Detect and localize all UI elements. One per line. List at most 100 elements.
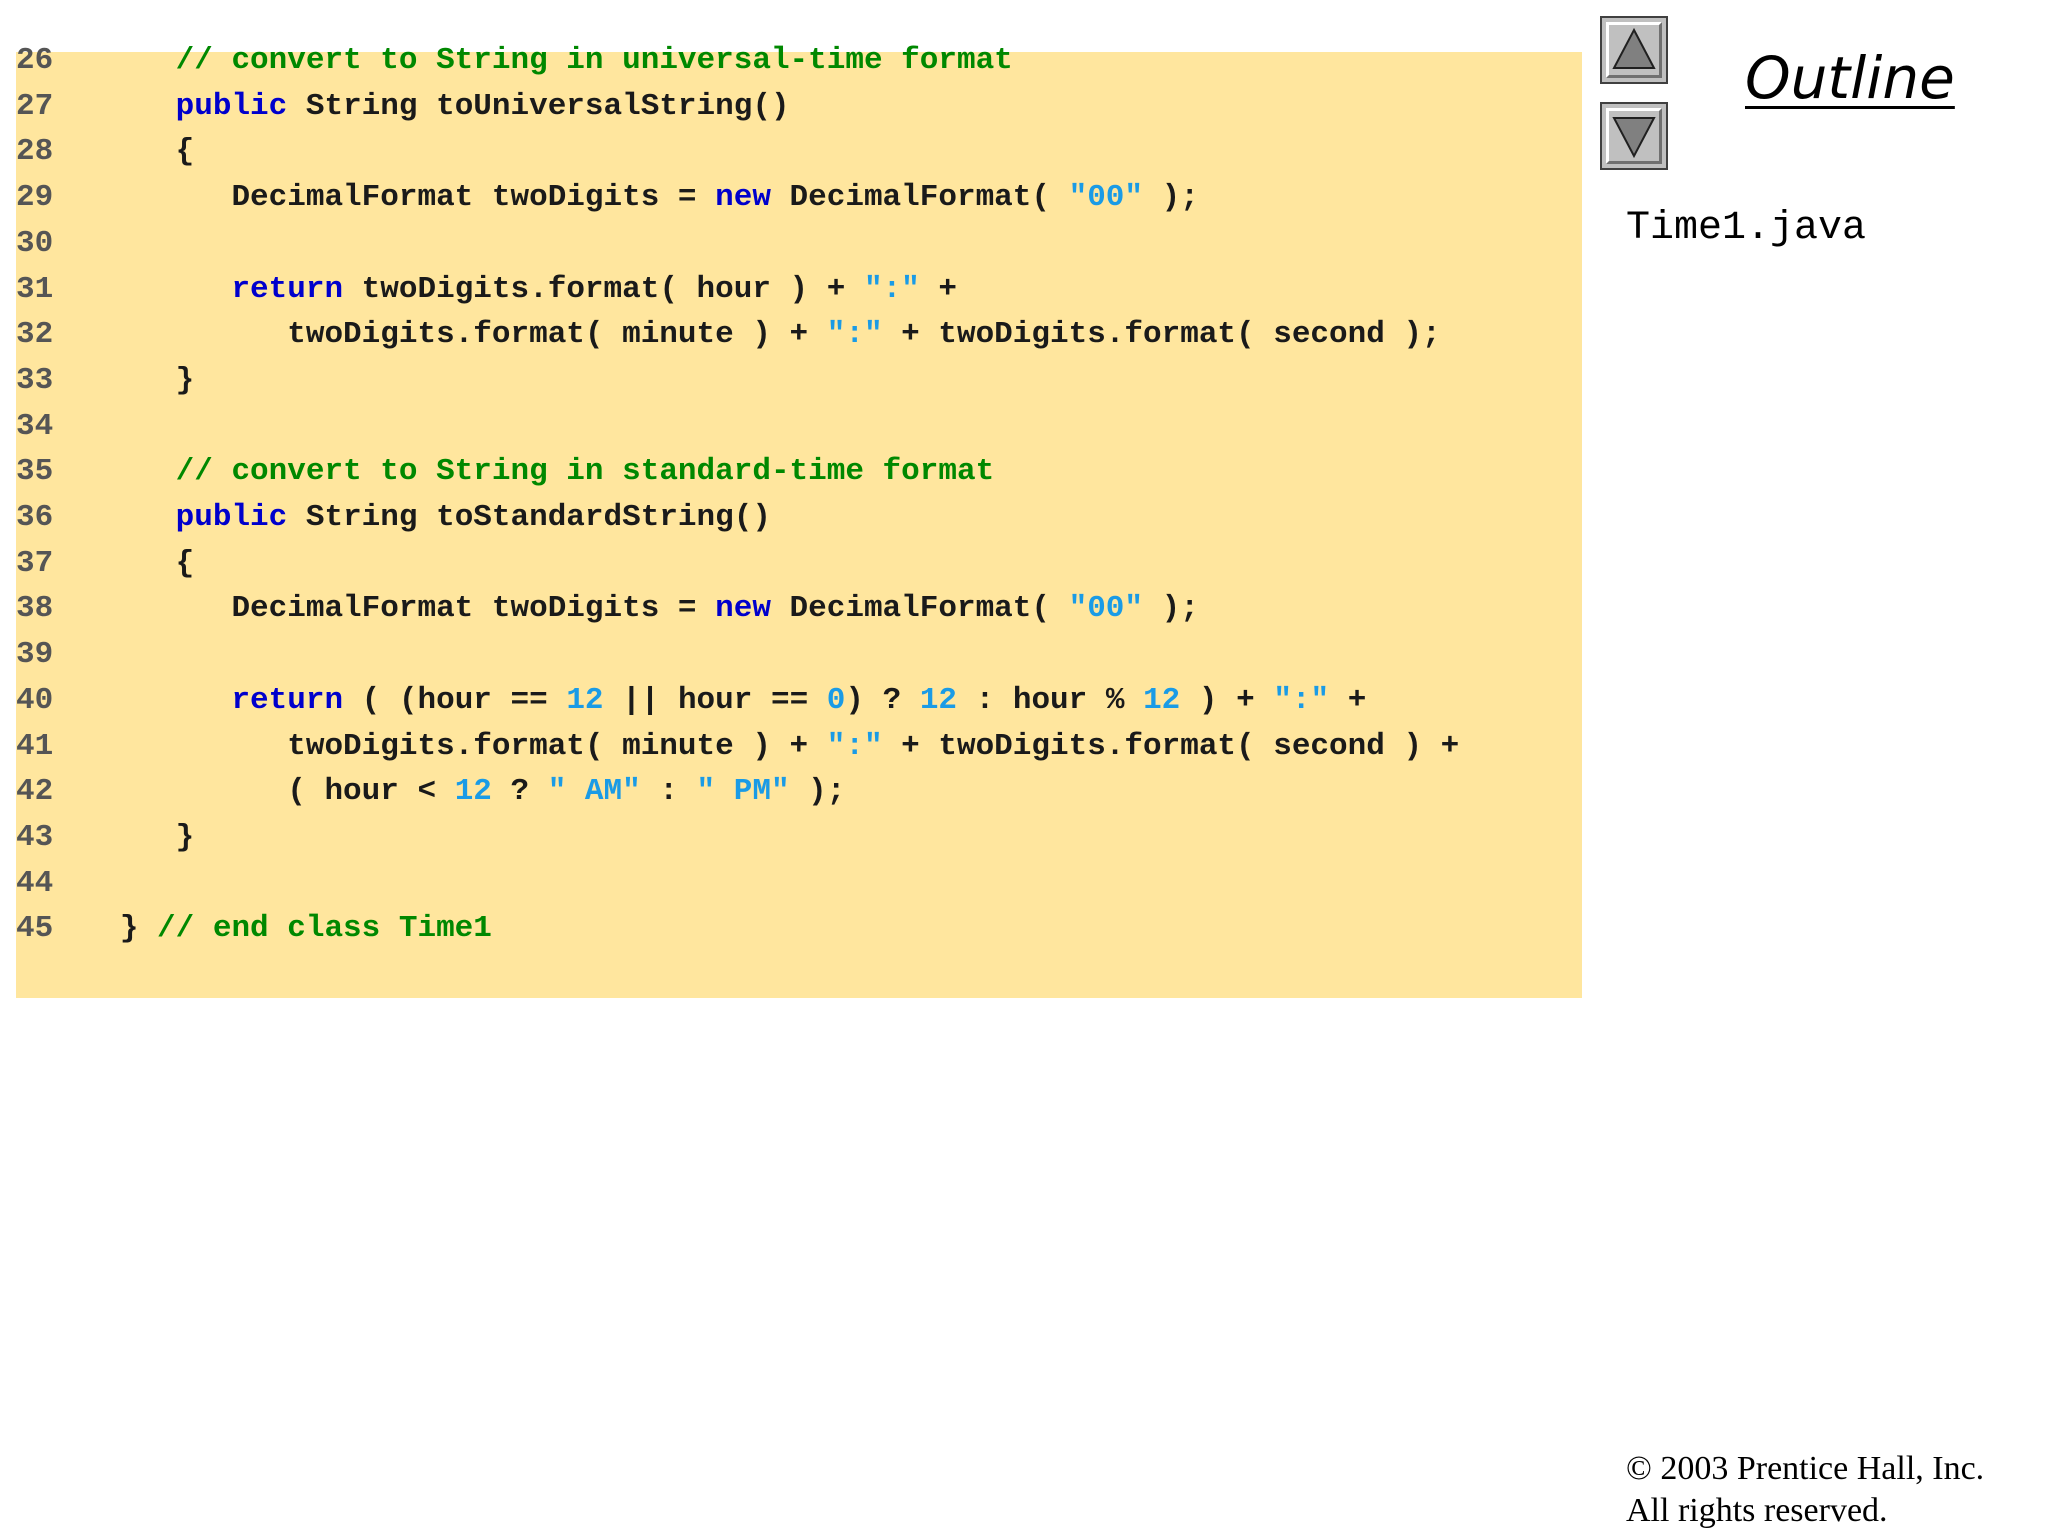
code-text: ( (hour == (343, 682, 567, 718)
code-text: ); (1143, 180, 1199, 216)
code-line: 44 (16, 861, 101, 907)
copyright-line-1: © 2003 Prentice Hall, Inc. (1626, 1450, 1985, 1487)
line-number: 28 (16, 134, 54, 170)
line-number: 33 (16, 362, 54, 398)
line-number: 36 (16, 500, 54, 535)
line-number: 29 (16, 180, 54, 216)
next-slide-button[interactable] (1600, 102, 1668, 170)
code-text: + twoDigits.format( second ) + (882, 728, 1460, 764)
code-text: ); (1143, 591, 1199, 627)
code-text: + twoDigits.format( second ); (882, 317, 1441, 353)
code-line: 40 return ( (hour == 12 || hour == 0) ? … (16, 678, 1366, 724)
code-comment: // convert to String in universal-time f… (175, 43, 1013, 78)
code-listing-panel: 26 // convert to String in universal-tim… (16, 43, 1582, 998)
code-keyword: new (715, 591, 771, 627)
code-line: 30 (16, 221, 101, 267)
code-text: DecimalFormat( (770, 180, 1069, 216)
code-number-literal: 12 (454, 774, 492, 810)
triangle-up-icon (1612, 27, 1656, 69)
code-text: ) + (1180, 682, 1274, 718)
code-keyword: new (715, 180, 771, 216)
code-line: 36 public String toStandardString() (16, 495, 771, 541)
line-number: 43 (16, 819, 54, 855)
line-number: 26 (16, 43, 54, 78)
code-comment: // convert to String in standard-time fo… (175, 454, 995, 490)
code-text: : (640, 774, 697, 810)
code-line: 42 ( hour < 12 ? " AM" : " PM" ); (16, 769, 845, 815)
line-number: 40 (16, 682, 54, 718)
code-text: } (101, 362, 195, 398)
code-line: 39 (16, 632, 101, 678)
code-keyword: return (231, 271, 344, 307)
code-text: twoDigits.format( minute ) + (101, 317, 827, 353)
code-text: + (919, 271, 957, 307)
code-comment: // end class Time1 (157, 911, 492, 947)
code-text: ) ? (845, 682, 920, 718)
line-number: 42 (16, 774, 54, 810)
code-line: 37 { (16, 541, 194, 587)
code-text: DecimalFormat twoDigits = (101, 180, 716, 216)
code-text: twoDigits.format( hour ) + (343, 271, 864, 307)
code-string-literal: ":" (1273, 682, 1330, 718)
code-string-literal: "00" (1068, 180, 1144, 216)
triangle-down-icon (1612, 117, 1656, 159)
code-line: 45 } // end class Time1 (16, 906, 492, 952)
line-number: 27 (16, 88, 54, 124)
code-text: + (1329, 682, 1367, 718)
file-name-label: Time1.java (1626, 206, 1867, 251)
code-text: DecimalFormat( (770, 591, 1069, 627)
code-number-literal: 0 (826, 682, 846, 718)
line-number: 37 (16, 545, 54, 581)
code-line: 35 // convert to String in standard-time… (16, 449, 994, 495)
code-text: { (101, 545, 195, 581)
code-line: 41 twoDigits.format( minute ) + ":" + tw… (16, 724, 1459, 770)
code-text: ); (789, 774, 846, 810)
line-number: 34 (16, 408, 54, 444)
code-number-literal: 12 (919, 682, 958, 718)
code-text: : hour % (957, 682, 1144, 718)
code-text: String toStandardString() (287, 500, 771, 535)
code-line: 33 } (16, 358, 194, 404)
code-text: ( hour < (101, 774, 455, 810)
code-keyword: return (231, 682, 344, 718)
code-text: String toUniversalString() (287, 88, 790, 124)
code-text: } (101, 819, 195, 855)
code-line: 31 return twoDigits.format( hour ) + ":"… (16, 267, 957, 313)
line-number: 32 (16, 317, 54, 353)
code-text: } (101, 911, 158, 947)
line-number: 31 (16, 271, 54, 307)
code-text: twoDigits.format( minute ) + (101, 728, 827, 764)
outline-title[interactable]: Outline (1745, 44, 1955, 112)
line-number: 45 (16, 911, 54, 947)
code-text: DecimalFormat twoDigits = (101, 591, 716, 627)
code-string-literal: ":" (826, 317, 883, 353)
copyright-notice: © 2003 Prentice Hall, Inc. All rights re… (1626, 1448, 1984, 1532)
code-text: ? (491, 774, 548, 810)
code-string-literal: " PM" (696, 774, 790, 810)
previous-slide-button[interactable] (1600, 16, 1668, 84)
line-number: 35 (16, 454, 54, 490)
code-text: { (101, 134, 195, 170)
code-number-literal: 12 (1143, 682, 1181, 718)
code-number-literal: 12 (566, 682, 604, 718)
line-number: 30 (16, 225, 54, 261)
code-line: 34 (16, 404, 101, 450)
line-number: 39 (16, 637, 54, 673)
code-string-literal: "00" (1068, 591, 1144, 627)
code-line: 38 DecimalFormat twoDigits = new Decimal… (16, 586, 1199, 632)
code-line: 43 } (16, 815, 194, 861)
code-line: 32 twoDigits.format( minute ) + ":" + tw… (16, 312, 1441, 358)
code-line: 28 { (16, 129, 194, 175)
code-string-literal: ":" (863, 271, 920, 307)
code-line: 29 DecimalFormat twoDigits = new Decimal… (16, 175, 1199, 221)
code-keyword: public (175, 88, 288, 124)
copyright-line-2: All rights reserved. (1626, 1492, 1888, 1529)
line-number: 38 (16, 591, 54, 627)
code-keyword: public (175, 500, 288, 535)
code-line: 26 // convert to String in universal-tim… (16, 38, 1013, 84)
code-line: 27 public String toUniversalString() (16, 84, 790, 130)
